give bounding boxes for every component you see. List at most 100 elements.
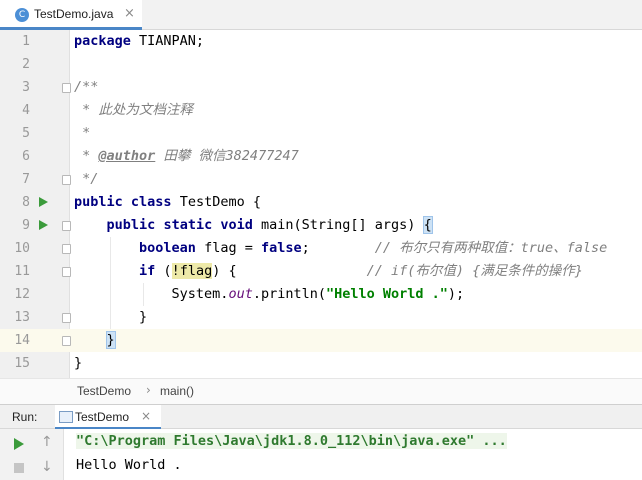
line-number: 5 <box>22 126 30 141</box>
code-line[interactable]: 1 package TIANPAN; <box>0 30 642 53</box>
fold-icon[interactable] <box>62 83 71 93</box>
code-editor[interactable]: 1 package TIANPAN; 2 3/** 4 * 此处为文档注释 5 * 6 * … <box>0 30 642 378</box>
code-token: class <box>130 194 172 210</box>
code-token: System. <box>74 286 229 302</box>
run-config-icon <box>59 411 73 423</box>
code-line[interactable]: 7 */ <box>0 168 642 191</box>
code-token: flag = <box>195 240 261 256</box>
code-token: public <box>74 194 123 210</box>
code-token: static <box>163 217 213 233</box>
code-line[interactable]: 6 * @author 田攀 微信382477247 <box>0 145 642 168</box>
code-token: ); <box>447 286 465 302</box>
fold-icon[interactable] <box>62 267 71 277</box>
code-token: * <box>74 148 99 164</box>
code-text: /** <box>74 76 98 99</box>
java-class-icon: C <box>15 8 29 22</box>
code-line[interactable]: 12 System.out.println("Hello World ."); <box>0 283 642 306</box>
breadcrumb-item-method[interactable]: main() <box>160 384 194 398</box>
close-run-tab-icon[interactable]: × <box>141 409 151 423</box>
code-token: void <box>220 217 253 233</box>
run-tab-testdemo[interactable]: TestDemo × <box>55 405 161 429</box>
code-line[interactable]: 2 <box>0 53 642 76</box>
code-token: // 布尔只有两种取值：true、false <box>374 240 608 256</box>
tab-label: TestDemo.java <box>34 7 114 21</box>
code-token: ) { <box>212 263 367 279</box>
indent-guide <box>110 237 111 329</box>
line-number: 13 <box>14 310 30 325</box>
tab-testdemo-java[interactable]: C TestDemo.java × <box>0 0 142 30</box>
line-number: 9 <box>22 218 30 233</box>
line-number: 3 <box>22 80 30 95</box>
code-text: public static void main(String[] args) { <box>74 214 433 237</box>
code-line[interactable]: 15} <box>0 352 642 375</box>
code-token: if <box>139 263 156 279</box>
run-label: Run: <box>12 410 38 424</box>
code-token: */ <box>74 171 99 187</box>
code-line[interactable]: 3 /** <box>0 76 642 99</box>
code-text: * 此处为文档注释 <box>74 99 193 122</box>
fold-icon[interactable] <box>62 313 71 323</box>
console-output[interactable]: ↑ ↓ "C:\Program Files\Java\jdk1.8.0_112\… <box>0 429 642 480</box>
line-number: 7 <box>22 172 30 187</box>
fold-icon[interactable] <box>62 244 71 254</box>
code-token: ; <box>301 240 375 256</box>
arrow-up-icon[interactable]: ↑ <box>41 434 53 450</box>
line-number: 11 <box>14 264 30 279</box>
line-number: 12 <box>14 287 30 302</box>
run-gutter-icon[interactable] <box>39 197 48 207</box>
breadcrumb: TestDemo › main() <box>0 378 642 404</box>
run-gutter-icon[interactable] <box>39 220 48 230</box>
code-token: * 此处为文档注释 <box>74 102 193 118</box>
code-token: .println( <box>252 286 326 302</box>
rerun-icon[interactable] <box>14 438 24 450</box>
code-token: /** <box>74 79 99 95</box>
code-line[interactable]: 4 * 此处为文档注释 <box>0 99 642 122</box>
code-token: !flag <box>171 263 213 279</box>
close-tab-icon[interactable]: × <box>124 6 135 21</box>
breadcrumb-separator: › <box>146 383 151 397</box>
code-token: "Hello World ." <box>325 286 448 302</box>
code-line[interactable]: 10 boolean flag = false; // 布尔只有两种取值：tru… <box>0 237 642 260</box>
code-text: } <box>74 352 82 375</box>
line-number: 6 <box>22 149 30 164</box>
code-token: main(String[] args) <box>252 217 424 233</box>
code-line[interactable]: 5 * <box>0 122 642 145</box>
code-token: false <box>260 240 302 256</box>
line-number: 4 <box>22 103 30 118</box>
editor-tab-bar: C TestDemo.java × <box>0 0 642 30</box>
fold-icon[interactable] <box>62 221 71 231</box>
code-line[interactable]: 8 public class TestDemo { <box>0 191 642 214</box>
line-number: 15 <box>14 356 30 371</box>
code-text: } <box>74 329 116 352</box>
stop-icon[interactable] <box>14 463 24 473</box>
fold-icon[interactable] <box>62 175 71 185</box>
code-token: ( <box>155 263 172 279</box>
indent-guide <box>143 283 144 306</box>
arrow-down-icon[interactable]: ↓ <box>41 459 53 475</box>
breadcrumb-item-class[interactable]: TestDemo <box>77 384 131 398</box>
line-number: 2 <box>22 57 30 72</box>
code-token: public <box>106 217 156 233</box>
code-token: TIANPAN; <box>130 33 205 49</box>
code-token: @author <box>98 148 156 164</box>
code-line[interactable]: 14 } <box>0 329 642 352</box>
code-line[interactable]: 13 } <box>0 306 642 329</box>
code-token: out <box>228 286 253 302</box>
line-number: 10 <box>14 241 30 256</box>
code-line[interactable]: 9 public static void main(String[] args)… <box>0 214 642 237</box>
run-tool-window-header: Run: TestDemo × <box>0 404 642 429</box>
code-token: } <box>74 355 83 371</box>
console-output-line: Hello World . <box>76 457 182 473</box>
code-line[interactable]: 11 if (!flag) { // if(布尔值) {满足条件的操作} <box>0 260 642 283</box>
line-number: 1 <box>22 34 30 49</box>
fold-icon[interactable] <box>62 336 71 346</box>
code-text: * <box>74 122 90 145</box>
code-text: System.out.println("Hello World ."); <box>74 283 465 306</box>
code-token: { <box>422 216 433 234</box>
line-number: 8 <box>22 195 30 210</box>
